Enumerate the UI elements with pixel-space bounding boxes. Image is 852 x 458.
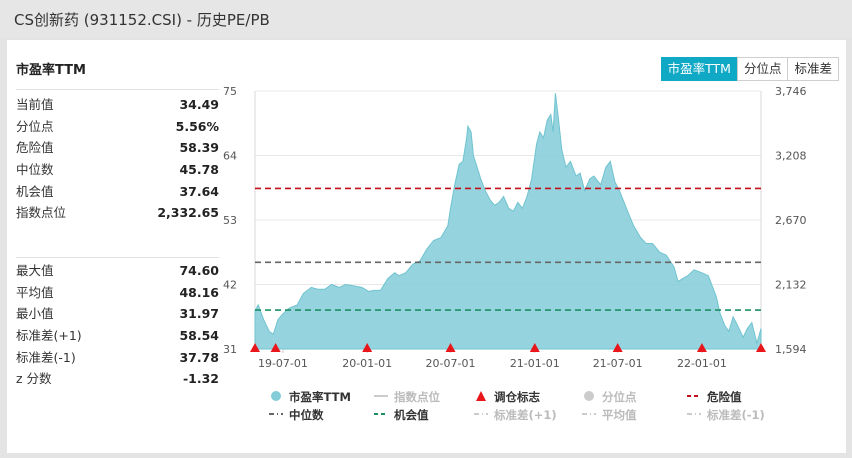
y-right-tick-label: 3,746	[775, 85, 807, 98]
page-title: CS创新药 (931152.CSI) - 历史PE/PB	[14, 11, 270, 29]
x-tick-label: 20-07-01	[426, 357, 476, 370]
legend-label: 指数点位	[394, 390, 440, 404]
legend-item[interactable]: 指数点位	[370, 389, 470, 405]
y-left-tick-label: 75	[223, 85, 237, 98]
x-tick-label: 21-07-01	[593, 357, 643, 370]
dot-marker-icon	[265, 390, 287, 405]
legend-item[interactable]: 分位点	[578, 389, 683, 405]
dashdot-marker-icon	[578, 408, 600, 423]
legend-label: 平均值	[602, 408, 637, 422]
legend-label: 危险值	[707, 390, 742, 404]
valuation-card: 市盈率TTM 当前值 34.49 分位点 5.56% 危险值 58.39 中位数 45.78 机…	[7, 40, 846, 453]
dashdot-marker-icon	[265, 408, 287, 423]
x-tick-label: 19-07-01	[258, 357, 308, 370]
legend-label: 机会值	[394, 408, 429, 422]
x-tick-label: 20-01-01	[342, 357, 392, 370]
dot-marker-icon	[578, 390, 600, 405]
y-left-tick-label: 31	[223, 343, 237, 356]
y-right-tick-label: 3,208	[775, 150, 807, 163]
legend-row: 中位数 机会值 标准差(+1) 平均值 标准差(-1)	[265, 406, 785, 424]
y-left-tick-label: 64	[223, 150, 237, 163]
legend-item[interactable]: 机会值	[370, 407, 470, 423]
y-right-tick-label: 1,594	[775, 343, 807, 356]
legend-label: 标准差(+1)	[494, 408, 557, 422]
legend-item[interactable]: 中位数	[265, 407, 370, 423]
chart-legend: 市盈率TTM 指数点位 调仓标志 分位点 危险值中位数 机会值 标准差(+1) 平均值 标准差(…	[265, 388, 785, 424]
legend-item[interactable]: 市盈率TTM	[265, 389, 370, 405]
dashdot-marker-icon	[470, 408, 492, 423]
legend-label: 调仓标志	[494, 390, 540, 404]
dash-marker-icon	[370, 408, 392, 423]
legend-row: 市盈率TTM 指数点位 调仓标志 分位点 危险值	[265, 388, 785, 406]
window-header: CS创新药 (931152.CSI) - 历史PE/PB	[0, 0, 852, 38]
legend-item[interactable]: 标准差(+1)	[470, 407, 578, 423]
legend-item[interactable]: 标准差(-1)	[683, 407, 783, 423]
legend-label: 中位数	[289, 408, 324, 422]
legend-item[interactable]: 调仓标志	[470, 389, 578, 405]
y-left-tick-label: 53	[223, 214, 237, 227]
legend-label: 市盈率TTM	[289, 390, 351, 404]
legend-label: 分位点	[602, 390, 637, 404]
dash-marker-icon	[683, 390, 705, 405]
dashdot-marker-icon	[683, 408, 705, 423]
legend-label: 标准差(-1)	[707, 408, 765, 422]
y-left-tick-label: 42	[223, 279, 237, 292]
triangle-marker-icon	[470, 390, 492, 405]
line-marker-icon	[370, 390, 392, 405]
legend-item[interactable]: 危险值	[683, 389, 783, 405]
y-right-tick-label: 2,670	[775, 214, 807, 227]
x-tick-label: 21-01-01	[510, 357, 560, 370]
legend-item[interactable]: 平均值	[578, 407, 683, 423]
x-tick-label: 22-01-01	[677, 357, 727, 370]
y-right-tick-label: 2,132	[775, 279, 807, 292]
